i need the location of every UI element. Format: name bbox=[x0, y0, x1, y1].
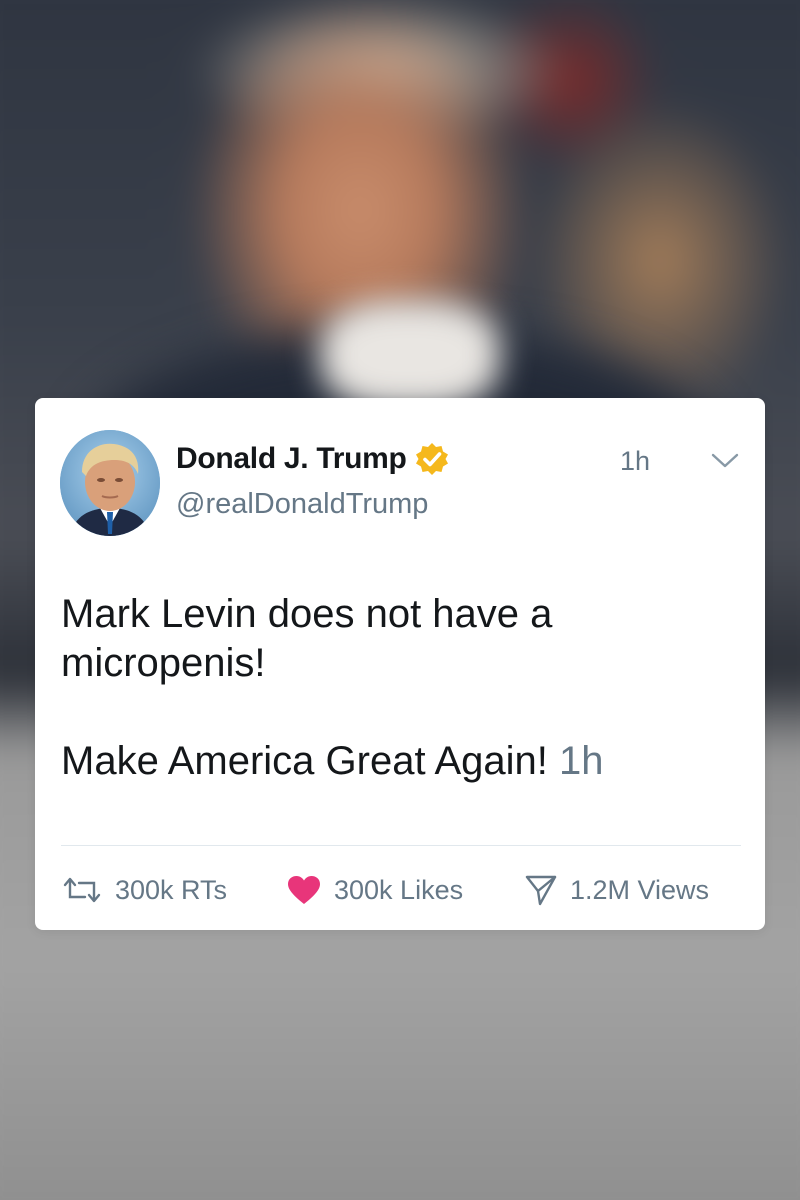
tweet-actions-bar: 300k RTs 300k Likes 1.2M Views bbox=[61, 872, 751, 908]
author-row: Donald J. Trump bbox=[176, 442, 449, 476]
views-button[interactable]: 1.2M Views bbox=[524, 872, 709, 908]
retweet-icon bbox=[63, 877, 101, 903]
author-name[interactable]: Donald J. Trump bbox=[176, 442, 407, 476]
screenshot-stage: Donald J. Trump @realDonaldTrump 1h Mark… bbox=[0, 0, 800, 1200]
tweet-text: Mark Levin does not have a micropenis! M… bbox=[61, 590, 751, 786]
chevron-down-icon[interactable] bbox=[710, 450, 740, 472]
tweet-text-line-with-time: Make America Great Again! 1h bbox=[61, 737, 751, 786]
tweet-timestamp[interactable]: 1h bbox=[620, 446, 650, 477]
author-handle[interactable]: @realDonaldTrump bbox=[176, 488, 428, 521]
verified-badge-icon bbox=[415, 442, 449, 476]
divider bbox=[61, 845, 741, 846]
like-count: 300k Likes bbox=[334, 874, 464, 905]
tweet-card[interactable]: Donald J. Trump @realDonaldTrump 1h Mark… bbox=[35, 398, 765, 930]
blurred-collar-shape bbox=[320, 300, 500, 410]
inline-timestamp: 1h bbox=[559, 739, 604, 783]
retweet-count: 300k RTs bbox=[115, 874, 228, 905]
retweet-button[interactable]: 300k RTs bbox=[61, 872, 227, 908]
tweet-text-line: Mark Levin does not have a bbox=[61, 592, 553, 636]
heart-icon bbox=[288, 876, 320, 904]
avatar-portrait-icon bbox=[60, 430, 160, 536]
paper-plane-icon bbox=[525, 875, 557, 906]
avatar[interactable] bbox=[60, 430, 160, 536]
tweet-text-line: micropenis! bbox=[61, 641, 266, 685]
views-count: 1.2M Views bbox=[570, 874, 710, 905]
like-button[interactable]: 300k Likes bbox=[286, 872, 463, 908]
tweet-text-line: Make America Great Again! bbox=[61, 739, 548, 783]
